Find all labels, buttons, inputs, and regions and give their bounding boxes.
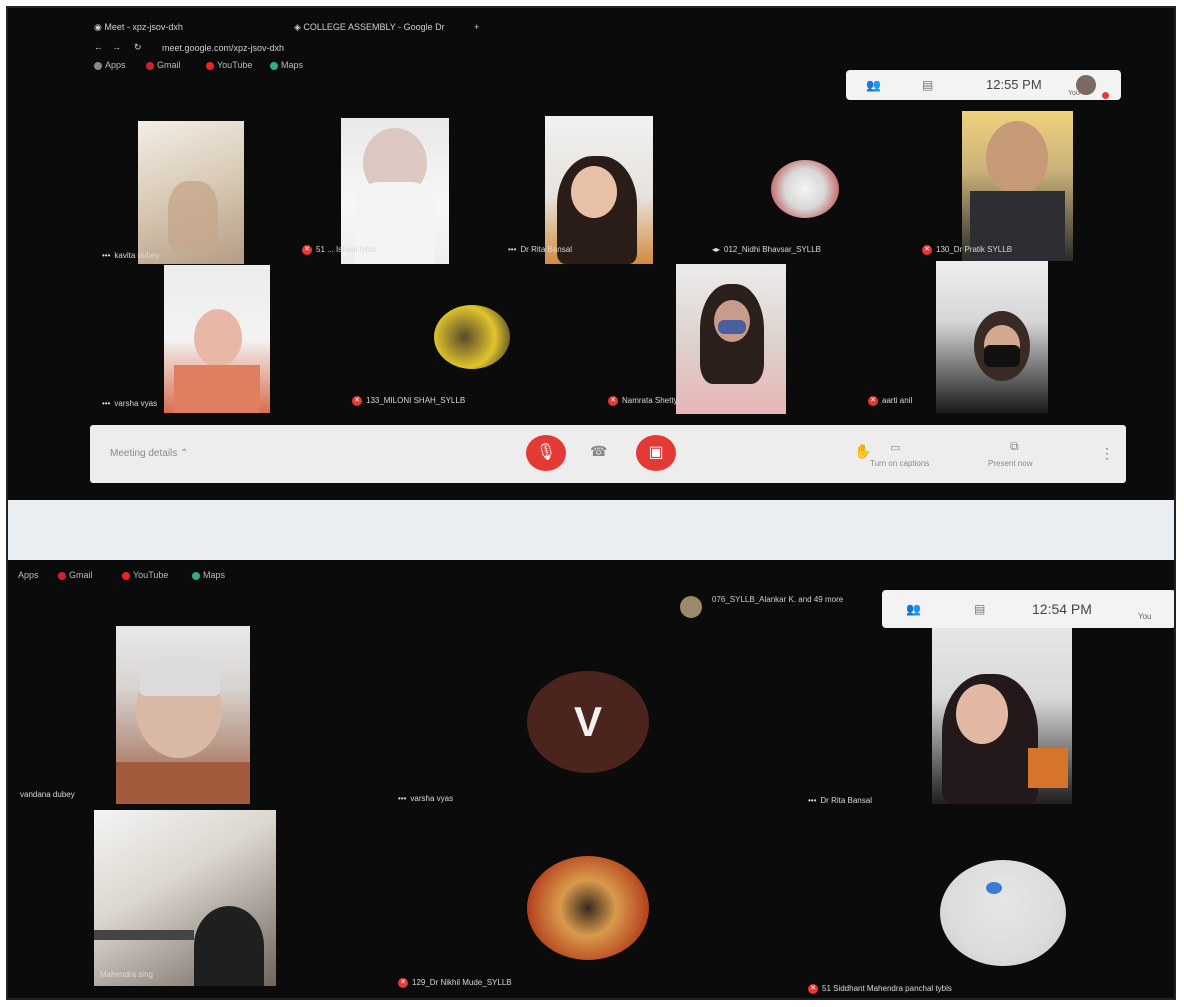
presenter-avatar <box>680 596 702 618</box>
meeting-controls-bar: Meeting details ⌃ 🎙 ☎ ▣ ✋ Turn on captio… <box>90 425 1126 483</box>
new-tab-icon[interactable]: + <box>474 22 479 32</box>
bookmark-maps[interactable]: Maps <box>192 570 225 580</box>
raise-hand-icon[interactable]: ✋ <box>854 443 871 460</box>
participant-label: ◂▸ 012_Nidhi Bhavsar_SYLLB <box>712 245 821 254</box>
participant-label: ✕ 51 Siddhant Mahendra panchal tybls <box>808 984 952 994</box>
participant-video[interactable] <box>138 121 244 264</box>
participant-label: ✕ aarti anil <box>868 396 912 406</box>
participant-label: ✕ Namrata Shetty <box>608 396 678 406</box>
participant-avatar[interactable] <box>527 856 649 960</box>
participant-avatar[interactable] <box>940 860 1066 966</box>
participant-label: Mahendra sing <box>100 970 153 979</box>
separator-band <box>8 500 1174 560</box>
tab-drive[interactable]: ◈ COLLEGE ASSEMBLY - Google Dr <box>294 22 445 33</box>
bookmark-maps[interactable]: Maps <box>270 60 303 70</box>
meeting-details-button[interactable]: Meeting details ⌃ <box>110 448 188 459</box>
bookmark-gmail[interactable]: Gmail <box>146 60 181 70</box>
bookmarks-bar: Apps Gmail YouTube Maps <box>18 570 418 584</box>
screenshot-frame: ◉ Meet - xpz-jsov-dxh ◈ COLLEGE ASSEMBLY… <box>6 6 1176 1000</box>
participant-label: ••• varsha vyas <box>398 794 454 803</box>
you-label: You <box>1068 90 1080 97</box>
participant-video[interactable] <box>164 265 270 413</box>
notification-dot <box>1102 92 1109 99</box>
participant-label: ••• kavita dubey <box>102 251 160 260</box>
bookmark-youtube[interactable]: YouTube <box>206 60 252 70</box>
end-call-icon[interactable]: ☎ <box>590 443 607 460</box>
participant-label: ✕ 51 ... Ishaal tybls <box>302 245 376 255</box>
participant-video[interactable] <box>962 111 1073 261</box>
participant-video[interactable] <box>545 116 653 264</box>
chat-icon[interactable]: ▤ <box>922 78 938 92</box>
meeting-time: 12:55 PM <box>986 77 1042 92</box>
participant-avatar[interactable] <box>434 305 510 369</box>
captions-button[interactable]: Turn on captions <box>870 459 929 468</box>
camera-off-button[interactable]: ▣ <box>636 435 676 471</box>
participant-label: ••• Dr Rita Bansal <box>808 796 872 805</box>
bookmark-youtube[interactable]: YouTube <box>122 570 168 580</box>
bookmark-apps[interactable]: Apps <box>94 60 126 70</box>
participant-label: ✕ 129_Dr Nikhil Mude_SYLLB <box>398 978 512 988</box>
participant-label: ••• varsha vyas <box>102 399 158 408</box>
reload-icon[interactable]: ↻ <box>134 42 142 53</box>
participant-video[interactable] <box>676 264 786 414</box>
bookmark-apps[interactable]: Apps <box>18 570 39 580</box>
address-bar: ← → ↻ meet.google.com/xpz-jsov-dxh <box>94 40 1174 60</box>
chat-icon[interactable]: ▤ <box>974 602 990 616</box>
participant-label: ✕ 133_MILONI SHAH_SYLLB <box>352 396 465 406</box>
bookmarks-bar: Apps Gmail YouTube Maps <box>94 60 494 74</box>
browser-tab-bar: ◉ Meet - xpz-jsov-dxh ◈ COLLEGE ASSEMBLY… <box>94 18 1144 40</box>
back-icon[interactable]: ← <box>94 42 103 52</box>
participant-avatar-initial[interactable]: V <box>527 671 649 773</box>
participant-video[interactable] <box>936 261 1048 413</box>
participant-video[interactable] <box>94 810 276 986</box>
participant-avatar[interactable] <box>771 160 839 218</box>
url-text[interactable]: meet.google.com/xpz-jsov-dxh <box>162 43 284 53</box>
meeting-info-pill: 👥 ▤ 12:54 PM You <box>882 590 1174 628</box>
present-icon: ⧉ <box>1010 439 1019 453</box>
more-options-icon[interactable]: ⋮ <box>1100 445 1114 462</box>
captions-icon: ▭ <box>890 442 901 454</box>
tab-meet[interactable]: ◉ Meet - xpz-jsov-dxh <box>94 22 183 33</box>
presenter-caption: 076_SYLLB_Alankar K. and 49 more <box>712 595 844 604</box>
people-icon[interactable]: 👥 <box>906 602 922 616</box>
forward-icon[interactable]: → <box>112 42 121 52</box>
meeting-time: 12:54 PM <box>1032 601 1092 617</box>
mic-off-button[interactable]: 🎙 <box>526 435 566 471</box>
you-label: You <box>1138 612 1152 621</box>
participant-video[interactable] <box>116 626 250 804</box>
participant-video[interactable] <box>932 628 1072 804</box>
bookmark-gmail[interactable]: Gmail <box>58 570 93 580</box>
participant-label: ✕ 130_Dr Pratik SYLLB <box>922 245 1012 255</box>
people-icon[interactable]: 👥 <box>866 78 882 92</box>
participant-label: vandana dubey <box>20 790 75 799</box>
participant-video[interactable] <box>341 118 449 264</box>
meeting-info-pill: 👥 ▤ 12:55 PM You <box>846 70 1121 100</box>
present-now-button[interactable]: Present now <box>988 459 1032 468</box>
participant-label: ••• Dr Rita Bansal <box>508 245 572 254</box>
